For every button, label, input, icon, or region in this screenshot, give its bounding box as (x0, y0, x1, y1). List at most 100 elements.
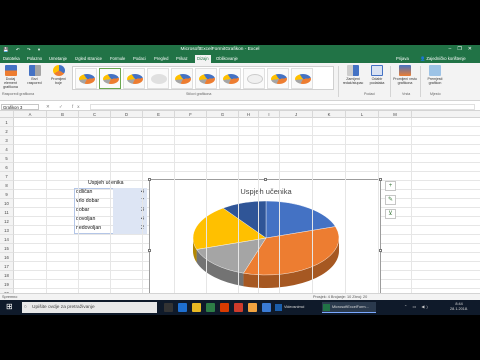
table-cell-grade[interactable]: nedovoljan (76, 224, 101, 233)
tab-datoteka[interactable]: Datoteka (3, 56, 20, 61)
switch-row-column-button[interactable]: Zamijeni redak/stupac (342, 65, 364, 89)
row-header-2[interactable]: 2 (0, 127, 14, 136)
file-explorer-icon[interactable] (192, 303, 201, 312)
row-header-12[interactable]: 12 (0, 217, 14, 226)
add-chart-element-button[interactable]: Dodaj element grafikona (2, 65, 19, 89)
row-header-14[interactable]: 14 (0, 235, 14, 244)
quick-layout-button[interactable]: Brzi raspored (26, 65, 43, 89)
change-colors-button[interactable]: Promijeni boje (50, 65, 67, 89)
column-header-e[interactable]: E (143, 111, 175, 118)
column-header-i[interactable]: I (259, 111, 280, 118)
windows-start-icon[interactable]: ⊞ (6, 302, 13, 311)
row-header-17[interactable]: 17 (0, 262, 14, 271)
change-chart-type-button[interactable]: Promijeni vrstu grafikona (393, 65, 417, 89)
column-header-g[interactable]: G (207, 111, 239, 118)
column-header-b[interactable]: B (47, 111, 79, 118)
row-header-10[interactable]: 10 (0, 199, 14, 208)
row-header-18[interactable]: 18 (0, 271, 14, 280)
tray-icons[interactable]: ⌃ ▭ ◀) (404, 304, 430, 309)
column-header-f[interactable]: F (175, 111, 207, 118)
select-data-button[interactable]: Odabir podataka (366, 65, 388, 89)
chart-styles-gallery[interactable] (72, 66, 334, 90)
column-header-c[interactable]: C (79, 111, 111, 118)
tab-formule[interactable]: Formule (110, 56, 125, 61)
resize-handle[interactable] (148, 249, 151, 252)
move-chart-button[interactable]: Premjesti grafikon (424, 65, 446, 89)
tab-polazno[interactable]: Polazno (27, 56, 42, 61)
chart-style-1[interactable] (75, 68, 97, 89)
task-view-icon[interactable] (164, 303, 173, 312)
tab-izgled-stranice[interactable]: Izgled stranice (75, 56, 102, 61)
row-header-7[interactable]: 7 (0, 172, 14, 181)
tab-podaci[interactable]: Podaci (133, 56, 146, 61)
row-header-1[interactable]: 1 (0, 118, 14, 127)
formula-icons[interactable]: ✕ ✓ fx (46, 104, 84, 110)
chart-style-3[interactable] (123, 68, 145, 89)
taskbar-clock[interactable]: 8:44 28.1.2018. (450, 302, 468, 312)
chart-elements-button[interactable]: + (385, 181, 396, 191)
table-heading[interactable]: Uspjeh učenika (88, 179, 123, 188)
minimize-button[interactable]: – (449, 46, 458, 52)
group-label-layouts: Rasporedi grafikona (2, 92, 35, 96)
column-header-l[interactable]: L (346, 111, 379, 118)
column-header-h[interactable]: H (239, 111, 259, 118)
resize-handle[interactable] (379, 178, 382, 181)
column-header-m[interactable]: M (379, 111, 412, 118)
resize-handle[interactable] (264, 178, 267, 181)
tab-dizajn[interactable]: Dizajn (195, 54, 211, 63)
select-all-corner[interactable] (0, 111, 14, 118)
signin-link[interactable]: Prijava (396, 56, 409, 61)
table-cell-grade[interactable]: vrlo dobar (76, 197, 99, 206)
row-header-13[interactable]: 13 (0, 226, 14, 235)
column-header-k[interactable]: K (313, 111, 346, 118)
row-header-19[interactable]: 19 (0, 280, 14, 289)
chart-filter-icon[interactable]: ⊻ (385, 209, 396, 219)
tab-pregled[interactable]: Pregled (154, 56, 168, 61)
taskbar-app-videos[interactable]: Videosnimci (274, 302, 320, 313)
column-header-j[interactable]: J (280, 111, 313, 118)
resize-handle[interactable] (379, 249, 382, 252)
chart-style-2[interactable] (99, 68, 121, 89)
chart-style-6[interactable] (195, 68, 217, 89)
row-header-6[interactable]: 6 (0, 163, 14, 172)
chart-style-4[interactable] (147, 68, 169, 89)
row-header-15[interactable]: 15 (0, 244, 14, 253)
share-button[interactable]: 👤 Zajedničko korištenje (420, 56, 466, 62)
group-label-styles: Stilovi grafikona (186, 92, 212, 96)
row-header-4[interactable]: 4 (0, 145, 14, 154)
office-icon[interactable] (220, 303, 229, 312)
window-controls[interactable]: –❐✕ (449, 46, 478, 52)
taskbar-search[interactable]: ○ Upišite ovdje za pretraživanje (22, 302, 157, 313)
tab-umetanje[interactable]: Umetanje (49, 56, 67, 61)
chart-style-8[interactable] (243, 68, 265, 89)
taskbar-app-excel[interactable]: MicrosoftExcelForm... (322, 302, 376, 313)
app-icon[interactable] (234, 303, 243, 312)
app-icon[interactable] (262, 303, 271, 312)
chart-style-10[interactable] (291, 68, 313, 89)
row-header-11[interactable]: 11 (0, 208, 14, 217)
column-header-a[interactable]: A (14, 111, 47, 118)
grid-line (46, 118, 47, 307)
row-header-3[interactable]: 3 (0, 136, 14, 145)
close-button[interactable]: ✕ (468, 46, 478, 52)
row-header-8[interactable]: 8 (0, 181, 14, 190)
formula-input[interactable] (90, 103, 475, 110)
maximize-button[interactable]: ❐ (457, 46, 467, 52)
chart-style-9[interactable] (267, 68, 289, 89)
quick-access-toolbar[interactable]: 💾 ↶ ↷ ▾ (3, 47, 43, 53)
edge-icon[interactable] (178, 303, 187, 312)
tab-oblikovanje[interactable]: Oblikovanje (216, 56, 238, 61)
row-header-9[interactable]: 9 (0, 190, 14, 199)
store-icon[interactable] (206, 303, 215, 312)
worksheet-grid[interactable]: ABCDEFGHIJKLM Uspjeh učenika odličan 4 v… (0, 111, 480, 315)
chart-styles-brush-icon[interactable]: ✎ (385, 195, 396, 205)
row-header-5[interactable]: 5 (0, 154, 14, 163)
tab-prikaz[interactable]: Prikaz (176, 56, 188, 61)
media-icon[interactable] (248, 303, 257, 312)
row-header-16[interactable]: 16 (0, 253, 14, 262)
chart-style-5[interactable] (171, 68, 193, 89)
resize-handle[interactable] (148, 178, 151, 181)
chart-style-7[interactable] (219, 68, 241, 89)
name-box[interactable]: Grafikon 3 (1, 103, 39, 110)
column-header-d[interactable]: D (111, 111, 143, 118)
